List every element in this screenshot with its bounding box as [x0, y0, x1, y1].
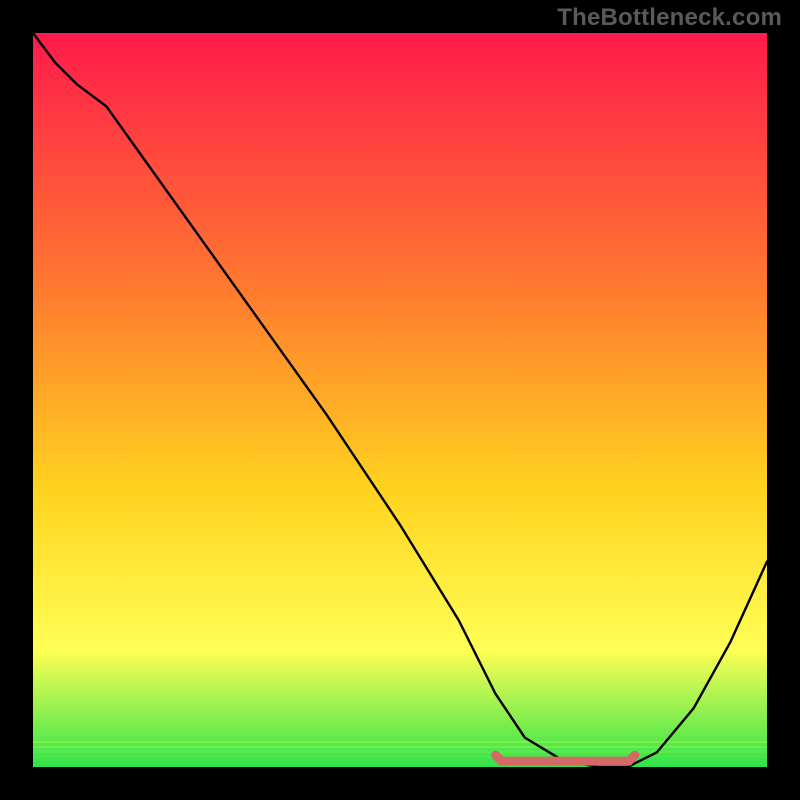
watermark-text: TheBottleneck.com: [557, 4, 782, 32]
plot-background: [33, 33, 767, 767]
chart-svg: [0, 0, 800, 800]
chart-frame: TheBottleneck.com: [0, 0, 800, 800]
